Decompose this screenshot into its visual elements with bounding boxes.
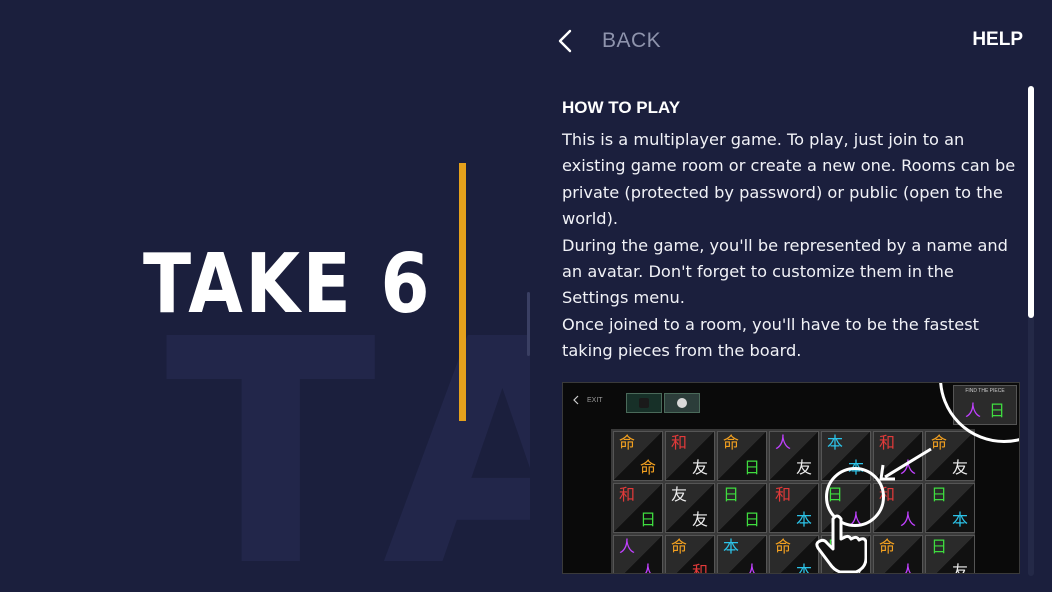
tile-char: 命	[639, 458, 656, 477]
tile-char: 人	[899, 562, 916, 574]
board-tile: 命人	[873, 535, 923, 574]
board-tile: 日友	[925, 535, 975, 574]
tile-char: 友	[671, 485, 688, 504]
chevron-left-icon	[558, 29, 572, 53]
tile-char: 日	[931, 537, 948, 556]
tile-char: 日	[639, 510, 656, 529]
help-topbar: BACK HELP	[530, 0, 1052, 80]
screenshot-exit: EXIT	[573, 395, 603, 405]
board-tile: 友友	[665, 483, 715, 533]
help-paragraph: This is a multiplayer game. To play, jus…	[562, 130, 1016, 229]
tile-char: 友	[951, 562, 968, 574]
tile-char: 人	[899, 510, 916, 529]
screenshot-exit-label: EXIT	[587, 396, 603, 404]
back-button[interactable]: BACK	[558, 22, 661, 60]
help-panel: BACK HELP HOW TO PLAY This is a multipla…	[530, 0, 1052, 592]
tile-char: 本	[795, 562, 812, 574]
board-tile: 命日	[717, 431, 767, 481]
player-chip	[664, 393, 700, 413]
game-title: TAKE 6	[143, 237, 433, 332]
tile-char: 人	[743, 562, 760, 574]
board-tile: 和本	[769, 483, 819, 533]
board-tile: 命命	[613, 431, 663, 481]
tile-char: 命	[671, 537, 688, 556]
tile-char: 本	[827, 433, 844, 452]
help-paragraph: During the game, you'll be represented b…	[562, 235, 1008, 308]
scrollbar-thumb[interactable]	[1028, 86, 1034, 318]
tile-char: 日	[723, 485, 740, 504]
tile-char: 和	[671, 433, 688, 452]
tile-char: 本	[795, 510, 812, 529]
tile-char: 友	[691, 510, 708, 529]
board-tile: 本人	[717, 535, 767, 574]
chevron-left-icon	[573, 395, 579, 405]
back-label: BACK	[602, 29, 662, 52]
tile-char: 本	[723, 537, 740, 556]
board-tile: 人友	[769, 431, 819, 481]
accent-bar	[459, 163, 466, 421]
tile-char: 友	[951, 458, 968, 477]
board-tile: 和友	[665, 431, 715, 481]
tile-char: 命	[775, 537, 792, 556]
board-tile: 命和	[665, 535, 715, 574]
tile-char: 日	[743, 510, 760, 529]
board-tile: 日日	[717, 483, 767, 533]
tile-char: 和	[619, 485, 636, 504]
tile-char: 人	[639, 562, 656, 574]
section-title: HOW TO PLAY	[562, 98, 681, 117]
background-watermark: TA	[165, 274, 530, 592]
arrow-icon	[879, 447, 932, 481]
title-panel: TA TAKE 6	[0, 0, 530, 592]
tile-char: 日	[743, 458, 760, 477]
gameplay-screenshot: EXIT FIND THE PIECE 人日 命命和友命日人友本本和人命友和日友…	[562, 382, 1020, 574]
player-chip	[626, 393, 662, 413]
board-tile: 人人	[613, 535, 663, 574]
tile-char: 命	[619, 433, 636, 452]
tap-hand-icon	[815, 514, 867, 573]
tile-char: 友	[795, 458, 812, 477]
tile-char: 命	[879, 537, 896, 556]
tile-char: 友	[691, 458, 708, 477]
board-tile: 和日	[613, 483, 663, 533]
board-tile: 日本	[925, 483, 975, 533]
page-title: HELP	[972, 29, 1023, 50]
tile-char: 人	[775, 433, 792, 452]
tile-char: 和	[775, 485, 792, 504]
help-content: HOW TO PLAY This is a multiplayer game. …	[562, 96, 1024, 365]
tile-char: 日	[931, 485, 948, 504]
tile-char: 命	[723, 433, 740, 452]
tile-char: 本	[951, 510, 968, 529]
tile-char: 和	[691, 562, 708, 574]
avatar	[639, 398, 649, 408]
help-paragraph: Once joined to a room, you'll have to be…	[562, 314, 979, 361]
tile-char: 人	[619, 537, 636, 556]
board-tile: 命本	[769, 535, 819, 574]
screenshot-player-list	[626, 393, 702, 413]
avatar	[677, 398, 687, 408]
